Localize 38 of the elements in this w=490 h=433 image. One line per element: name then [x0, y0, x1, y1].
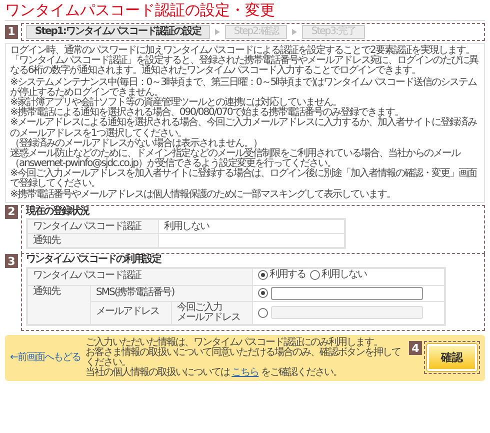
intro-paragraph: ログイン時、通常のパスワードに加えワンタイムパスコードによる認証を設定することで2要素認証を実現します。 [10, 46, 474, 56]
notice-text: ご入力いただいた情報は、ワンタイムパスコード認証にのみ利用します。 [85, 338, 382, 348]
section-heading: 現在の登録状況 [26, 206, 90, 218]
field-label: 今回ご入力 [176, 302, 223, 313]
field-label: SMS(携帯電話番号) [96, 286, 174, 298]
field-label: メールアドレス [96, 306, 159, 318]
triangle-icon [214, 28, 220, 35]
field-value: 利用しない [164, 220, 209, 232]
field-label: 通知先 [33, 286, 60, 297]
radio-label: 利用しない [322, 270, 367, 280]
notice-text: 当社の個人情報の取扱いについては こちら をご確認ください。 [85, 368, 343, 378]
intro-paragraph: 「ワンタイムパスコード認証」を設定すると、登録された携帯電話番号やメールアドレス宛に、ログインのたびに異なる6桁の数字が通知されます。通知されたワンタイムパスコード入力することでログインできます。 [10, 56, 480, 76]
notice-text: お客さま情報の取扱いについて同意いただける場合のみ、確認ボタンを押してください。 [85, 348, 402, 368]
radio-label: 利用する [270, 270, 306, 280]
radio-button[interactable] [310, 270, 320, 280]
field-label: ワンタイムパスコード認証 [33, 220, 141, 232]
note-text: ※メールアドレスによる通知を選択される場合、今回ご入力メールアドレスに入力するか、加入者サイトに登録済みのメールアドレスを1つ選択してください。 [10, 118, 478, 138]
field-label: 通知先 [33, 234, 60, 246]
back-link[interactable]: ←前画面へもどる [10, 352, 80, 364]
note-text: （登録済みのメールアドレスがない場合は表示されません。） [10, 138, 262, 149]
field-label: メールアドレス [176, 312, 241, 323]
number-badge: 1 [5, 24, 18, 39]
note-text: ※システムメンテナンス中(毎日：0～3時頃まで、第三日曜：0～5時頃まで)はワンタイムパスコード送信のシステムが停止するためログインできません。 [10, 78, 478, 98]
privacy-link[interactable]: こちら [232, 367, 259, 378]
note-text: ※今回ご入力メールアドレスを加入者サイトに登録する場合は、ログイン後に別途「加入者情報の確認・変更」画面で登録してください。 [10, 169, 478, 190]
note-text: ※携帯電話番号やメールアドレスは個人情報保護のために一部マスキングして表示しています。 [10, 190, 396, 200]
number-badge: 4 [409, 341, 422, 356]
number-badge: 2 [5, 204, 18, 219]
radio-button[interactable] [258, 288, 268, 298]
section-heading: ワンタイムパスコードの利用設定 [26, 254, 162, 267]
number-badge: 3 [5, 254, 18, 268]
field-label: ワンタイムパスコード認証 [33, 270, 141, 282]
note-text: ※家計簿アプリや会計ソフト等の資産管理ツールとの連携には対応していません。 [10, 98, 342, 108]
triangle-icon [292, 28, 298, 35]
radio-button[interactable] [258, 270, 268, 280]
input-field[interactable] [270, 286, 423, 300]
confirm-button[interactable]: 確認 [427, 344, 477, 372]
page-title: ワンタイムパスコード認証の設定・変更 [5, 2, 485, 20]
